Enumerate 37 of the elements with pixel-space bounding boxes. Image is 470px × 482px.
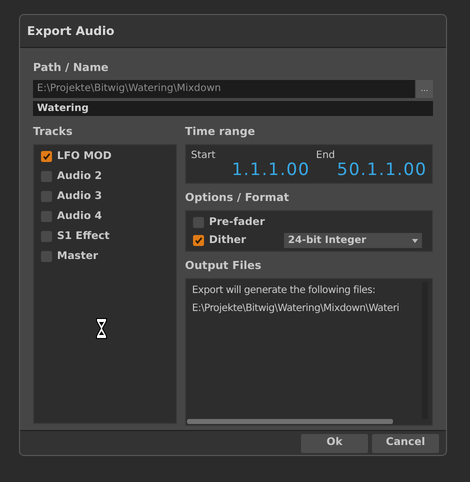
checkbox[interactable] [41,231,52,242]
dither-select[interactable]: 24-bit Integer [284,233,422,248]
option-label: Dither [209,232,248,248]
end-time[interactable]: 50.1.1.00 [336,161,427,179]
section-label: Options / Format [185,191,290,205]
path-field[interactable]: E:\Projekte\Bitwig\Watering\Mixdown [33,80,415,98]
end-label: End [316,149,336,163]
window-title: Export Audio [27,23,114,40]
dialog-button[interactable]: Ok [301,434,368,452]
checkbox[interactable] [193,235,204,246]
track-label: S1 Effect [57,228,110,244]
horizontal-scrollbar[interactable] [187,419,393,424]
dialog-button[interactable]: Cancel [372,434,439,452]
option-label: Pre-fader [209,214,266,230]
track-label: Audio 3 [57,188,102,204]
section-label: Time range [185,125,256,139]
checkbox[interactable] [41,191,52,202]
hourglass-cursor-icon [96,318,106,339]
checkbox[interactable] [41,151,52,162]
section-label: Output Files [185,259,262,273]
checkbox[interactable] [41,211,52,222]
name-field[interactable]: Watering [33,101,433,116]
browse-button[interactable]: ... [416,80,433,98]
track-label: Audio 4 [57,208,102,224]
section-label: Path / Name [33,61,110,75]
output-text: Export will generate the following files: [192,284,376,298]
checkbox[interactable] [41,251,52,262]
checkbox[interactable] [193,217,204,228]
section-label: Tracks [33,125,74,139]
start-label: Start [191,149,216,163]
start-time[interactable]: 1.1.1.00 [232,161,310,179]
track-label: LFO MOD [57,148,112,164]
track-label: Master [57,248,98,264]
track-label: Audio 2 [57,168,102,184]
output-text: E:\Projekte\Bitwig\Watering\Mixdown\Wateri [192,302,400,316]
checkbox[interactable] [41,171,52,182]
caret-icon [412,238,418,242]
